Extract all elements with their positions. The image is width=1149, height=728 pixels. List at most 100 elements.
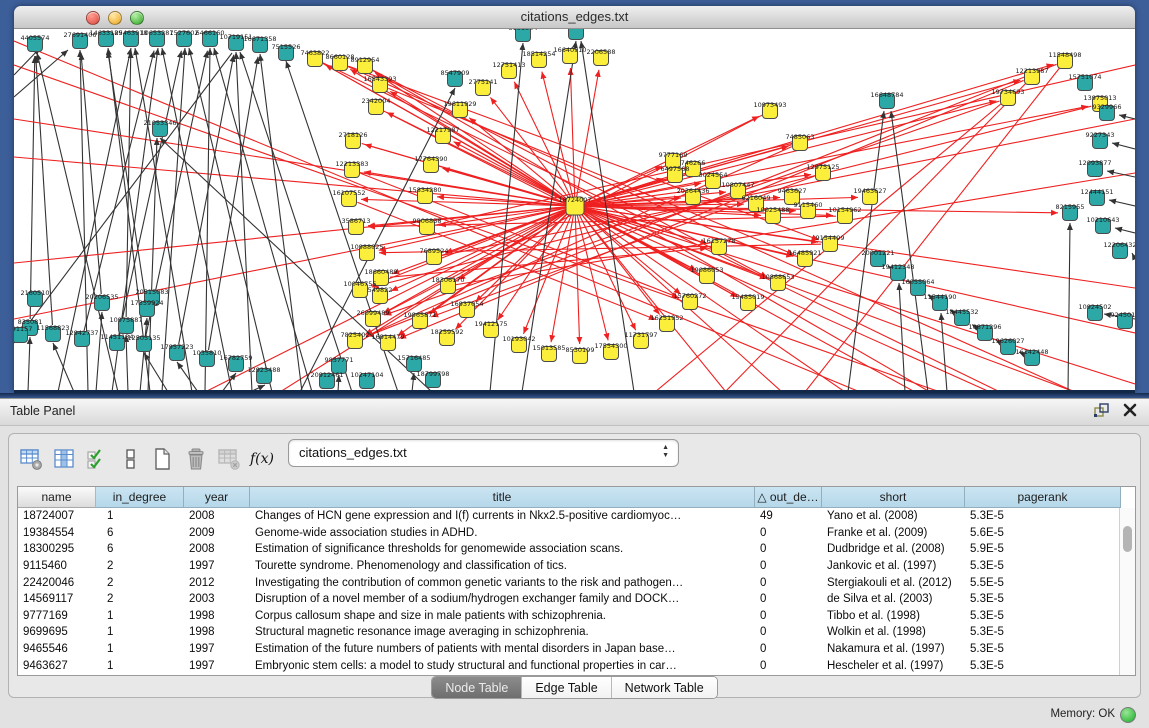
- network-node-label: 11731797: [624, 331, 657, 339]
- network-edge: [53, 343, 74, 390]
- network-edge: [1112, 143, 1135, 149]
- network-edge: [575, 206, 1135, 384]
- cell-year: 2008: [184, 541, 250, 558]
- column-header-name[interactable]: name: [18, 487, 96, 508]
- network-node-label: 12942737: [65, 329, 98, 337]
- network-node-label: 18724007: [558, 196, 591, 204]
- network-node-label: 16485921: [788, 249, 821, 257]
- cell-year: 1997: [184, 641, 250, 658]
- cell-name: 9115460: [18, 558, 96, 575]
- create-column-icon[interactable]: [147, 443, 179, 475]
- network-node-label: 2342004: [362, 97, 391, 105]
- network-node-label: 16251952: [650, 314, 683, 322]
- table-row[interactable]: 1830029562008Estimation of significance …: [18, 541, 1135, 558]
- table-row[interactable]: 977716911998Corpus callosum shape and si…: [18, 608, 1135, 625]
- column-header-out_de[interactable]: △ out_de…: [755, 487, 822, 508]
- tab-node-table[interactable]: Node Table: [432, 677, 521, 698]
- network-edge: [205, 48, 210, 390]
- tab-edge-table[interactable]: Edge Table: [521, 677, 610, 698]
- network-node[interactable]: [569, 29, 584, 40]
- delete-column-icon[interactable]: [180, 443, 212, 475]
- column-header-in_degree[interactable]: in_degree: [96, 487, 184, 508]
- cell-pagerank: 5.3E-5: [965, 591, 1121, 608]
- network-node-label: 16142448: [1015, 348, 1048, 356]
- column-header-title[interactable]: title: [250, 487, 755, 508]
- table-type-tabs: Node TableEdge TableNetwork Table: [431, 676, 717, 699]
- network-node-label: 12444151: [1080, 188, 1113, 196]
- table-row[interactable]: 911546021997Tourette syndrome. Phenomeno…: [18, 558, 1135, 575]
- network-node-label: 9857771: [325, 356, 354, 364]
- cell-title: Estimation of significance thresholds fo…: [250, 541, 755, 558]
- network-node-label: 1035810: [193, 349, 222, 357]
- show-columns-icon[interactable]: [48, 443, 80, 475]
- network-node-label: 12975125: [806, 163, 839, 171]
- function-builder-icon[interactable]: f(x): [246, 443, 278, 475]
- float-window-icon[interactable]: [1093, 402, 1111, 423]
- network-node-label: 13975013: [1083, 94, 1116, 102]
- table-row[interactable]: 946362711997Embryonic stem cells: a mode…: [18, 657, 1135, 674]
- table-row[interactable]: 946554611997Estimation of the future num…: [18, 641, 1135, 658]
- network-edge: [1132, 253, 1135, 259]
- table-row[interactable]: 1872400712008Changes of HCN gene express…: [18, 508, 1135, 525]
- network-node-label: 12751413: [492, 61, 525, 69]
- network-node-label: 16055064: [901, 278, 934, 286]
- table-panel-header: Table Panel: [0, 399, 1149, 426]
- scrollbar-thumb[interactable]: [1123, 526, 1132, 552]
- network-node-label: 20001221: [861, 249, 894, 257]
- cell-name: 14569117: [18, 591, 96, 608]
- network-window-titlebar[interactable]: citations_edges.txt: [14, 6, 1135, 29]
- cell-pagerank: 5.3E-5: [965, 624, 1121, 641]
- network-node-label: 8530199: [566, 346, 595, 354]
- network-node-label: 19463627: [853, 187, 886, 195]
- network-node-label: 10975887: [109, 316, 142, 324]
- network-node-label: 17957223: [160, 343, 193, 351]
- network-window: citations_edges.txt 18724007220658816640…: [14, 6, 1135, 392]
- row-height-icon[interactable]: [114, 443, 146, 475]
- cell-out_de: 0: [755, 657, 822, 674]
- table-row[interactable]: 969969511998Structural magnetic resonanc…: [18, 624, 1135, 641]
- cell-title: Investigating the contribution of common…: [250, 574, 755, 591]
- cell-out_de: 0: [755, 574, 822, 591]
- cell-in_degree: 1: [96, 641, 184, 658]
- network-node-label: 8912954: [351, 56, 380, 64]
- network-node-label: 16640910: [553, 46, 586, 54]
- cell-year: 1998: [184, 624, 250, 641]
- attribute-table: namein_degreeyeartitle△ out_de…shortpage…: [17, 486, 1136, 676]
- tab-network-table[interactable]: Network Table: [611, 677, 717, 698]
- network-canvas[interactable]: 1872400722065881664091018514254127514132…: [14, 29, 1135, 393]
- column-header-short[interactable]: short: [822, 487, 965, 508]
- cell-name: 9699695: [18, 624, 96, 641]
- memory-ok-indicator[interactable]: [1120, 707, 1136, 723]
- table-selector-dropdown[interactable]: citations_edges.txt ▲▼: [288, 439, 679, 467]
- network-node-label: 2775141: [469, 78, 498, 86]
- network-node-label: 10247104: [350, 371, 383, 379]
- cell-title: Tourette syndrome. Phenomenology and cla…: [250, 558, 755, 575]
- network-node-label: 20206535: [85, 293, 118, 301]
- table-row[interactable]: 1456911722003Disruption of a novel membe…: [18, 591, 1135, 608]
- cytoscape-desktop: citations_edges.txt 18724007220658816640…: [0, 0, 1149, 398]
- column-header-pagerank[interactable]: pagerank: [965, 487, 1121, 508]
- table-row[interactable]: 2242004622012Investigating the contribut…: [18, 574, 1135, 591]
- table-row[interactable]: 1938455462009Genome-wide association stu…: [18, 525, 1135, 542]
- column-header-year[interactable]: year: [184, 487, 250, 508]
- network-node-label: 9329966: [1093, 103, 1122, 111]
- network-node-label: 19412175: [474, 320, 507, 328]
- select-all-icon[interactable]: [81, 443, 113, 475]
- cell-title: Structural magnetic resonance image aver…: [250, 624, 755, 641]
- table-panel-title: Table Panel: [10, 404, 75, 418]
- cell-year: 1997: [184, 558, 250, 575]
- network-node-label: 10988025: [350, 243, 383, 251]
- network-node-label: 9115460: [794, 201, 823, 209]
- network-edge: [81, 53, 101, 294]
- cell-pagerank: 5.3E-5: [965, 641, 1121, 658]
- cell-pagerank: 5.3E-5: [965, 508, 1121, 525]
- network-node-label: 19611929: [443, 100, 476, 108]
- close-icon[interactable]: [1123, 403, 1137, 422]
- table-settings-icon[interactable]: [15, 443, 47, 475]
- delete-table-icon[interactable]: [213, 443, 245, 475]
- memory-status-label: Memory: OK: [1050, 708, 1115, 720]
- table-vertical-scrollbar[interactable]: [1119, 508, 1135, 675]
- network-node-label: 15834280: [408, 186, 441, 194]
- cell-short: de Silva et al. (2003): [822, 591, 965, 608]
- network-node-label: 15485019: [731, 293, 764, 301]
